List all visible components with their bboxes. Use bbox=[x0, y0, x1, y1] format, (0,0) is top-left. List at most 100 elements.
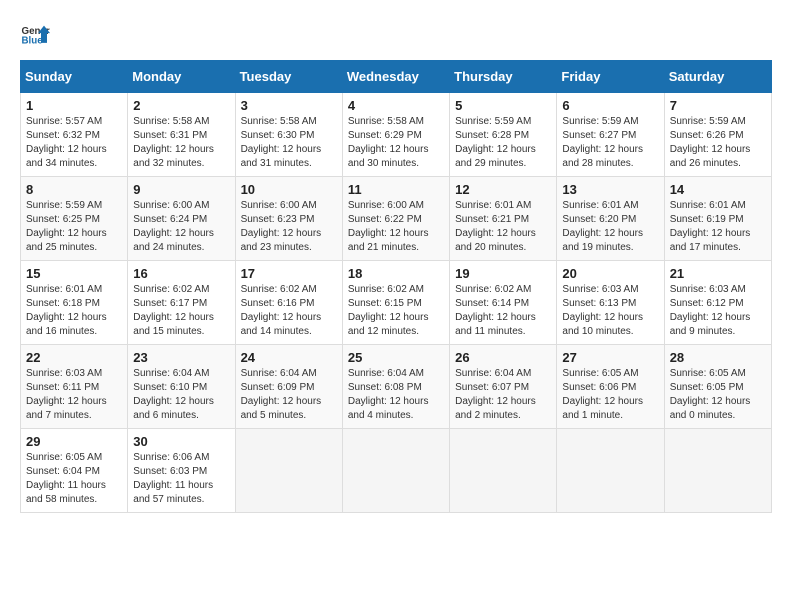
calendar-cell: 21 Sunrise: 6:03 AM Sunset: 6:12 PM Dayl… bbox=[664, 261, 771, 345]
day-details: Sunrise: 6:05 AM Sunset: 6:06 PM Dayligh… bbox=[562, 367, 658, 423]
day-number: 11 bbox=[348, 182, 444, 197]
calendar-cell: 2 Sunrise: 5:58 AM Sunset: 6:31 PM Dayli… bbox=[128, 93, 235, 177]
day-details: Sunrise: 6:03 AM Sunset: 6:13 PM Dayligh… bbox=[562, 283, 658, 339]
day-details: Sunrise: 6:01 AM Sunset: 6:18 PM Dayligh… bbox=[26, 283, 122, 339]
day-number: 3 bbox=[241, 98, 337, 113]
day-number: 9 bbox=[133, 182, 229, 197]
calendar-cell: 19 Sunrise: 6:02 AM Sunset: 6:14 PM Dayl… bbox=[450, 261, 557, 345]
day-number: 6 bbox=[562, 98, 658, 113]
calendar-table: SundayMondayTuesdayWednesdayThursdayFrid… bbox=[20, 60, 772, 513]
day-number: 4 bbox=[348, 98, 444, 113]
calendar-cell: 3 Sunrise: 5:58 AM Sunset: 6:30 PM Dayli… bbox=[235, 93, 342, 177]
calendar-cell: 24 Sunrise: 6:04 AM Sunset: 6:09 PM Dayl… bbox=[235, 345, 342, 429]
day-details: Sunrise: 5:58 AM Sunset: 6:31 PM Dayligh… bbox=[133, 115, 229, 171]
calendar-cell: 13 Sunrise: 6:01 AM Sunset: 6:20 PM Dayl… bbox=[557, 177, 664, 261]
day-details: Sunrise: 6:04 AM Sunset: 6:07 PM Dayligh… bbox=[455, 367, 551, 423]
day-details: Sunrise: 5:59 AM Sunset: 6:28 PM Dayligh… bbox=[455, 115, 551, 171]
calendar-cell: 18 Sunrise: 6:02 AM Sunset: 6:15 PM Dayl… bbox=[342, 261, 449, 345]
day-details: Sunrise: 5:58 AM Sunset: 6:29 PM Dayligh… bbox=[348, 115, 444, 171]
day-details: Sunrise: 6:03 AM Sunset: 6:12 PM Dayligh… bbox=[670, 283, 766, 339]
day-details: Sunrise: 6:02 AM Sunset: 6:15 PM Dayligh… bbox=[348, 283, 444, 339]
day-number: 5 bbox=[455, 98, 551, 113]
day-number: 28 bbox=[670, 350, 766, 365]
day-details: Sunrise: 6:00 AM Sunset: 6:23 PM Dayligh… bbox=[241, 199, 337, 255]
day-number: 18 bbox=[348, 266, 444, 281]
day-number: 10 bbox=[241, 182, 337, 197]
calendar-cell: 27 Sunrise: 6:05 AM Sunset: 6:06 PM Dayl… bbox=[557, 345, 664, 429]
calendar-cell: 4 Sunrise: 5:58 AM Sunset: 6:29 PM Dayli… bbox=[342, 93, 449, 177]
calendar-cell: 15 Sunrise: 6:01 AM Sunset: 6:18 PM Dayl… bbox=[21, 261, 128, 345]
day-details: Sunrise: 6:02 AM Sunset: 6:14 PM Dayligh… bbox=[455, 283, 551, 339]
day-details: Sunrise: 6:05 AM Sunset: 6:04 PM Dayligh… bbox=[26, 451, 122, 507]
day-header: Sunday bbox=[21, 61, 128, 93]
day-details: Sunrise: 6:01 AM Sunset: 6:19 PM Dayligh… bbox=[670, 199, 766, 255]
calendar-cell: 25 Sunrise: 6:04 AM Sunset: 6:08 PM Dayl… bbox=[342, 345, 449, 429]
day-number: 7 bbox=[670, 98, 766, 113]
day-header: Saturday bbox=[664, 61, 771, 93]
calendar-cell: 26 Sunrise: 6:04 AM Sunset: 6:07 PM Dayl… bbox=[450, 345, 557, 429]
day-number: 14 bbox=[670, 182, 766, 197]
day-number: 24 bbox=[241, 350, 337, 365]
day-details: Sunrise: 6:01 AM Sunset: 6:20 PM Dayligh… bbox=[562, 199, 658, 255]
day-header: Friday bbox=[557, 61, 664, 93]
day-details: Sunrise: 6:02 AM Sunset: 6:16 PM Dayligh… bbox=[241, 283, 337, 339]
day-number: 2 bbox=[133, 98, 229, 113]
day-number: 27 bbox=[562, 350, 658, 365]
calendar-cell bbox=[664, 429, 771, 513]
calendar-cell: 9 Sunrise: 6:00 AM Sunset: 6:24 PM Dayli… bbox=[128, 177, 235, 261]
day-number: 29 bbox=[26, 434, 122, 449]
calendar-cell: 30 Sunrise: 6:06 AM Sunset: 6:03 PM Dayl… bbox=[128, 429, 235, 513]
day-details: Sunrise: 5:57 AM Sunset: 6:32 PM Dayligh… bbox=[26, 115, 122, 171]
calendar-cell bbox=[342, 429, 449, 513]
day-details: Sunrise: 6:02 AM Sunset: 6:17 PM Dayligh… bbox=[133, 283, 229, 339]
day-details: Sunrise: 6:01 AM Sunset: 6:21 PM Dayligh… bbox=[455, 199, 551, 255]
calendar-cell: 17 Sunrise: 6:02 AM Sunset: 6:16 PM Dayl… bbox=[235, 261, 342, 345]
day-number: 12 bbox=[455, 182, 551, 197]
calendar-cell: 22 Sunrise: 6:03 AM Sunset: 6:11 PM Dayl… bbox=[21, 345, 128, 429]
calendar-cell: 16 Sunrise: 6:02 AM Sunset: 6:17 PM Dayl… bbox=[128, 261, 235, 345]
day-details: Sunrise: 6:04 AM Sunset: 6:09 PM Dayligh… bbox=[241, 367, 337, 423]
day-details: Sunrise: 5:59 AM Sunset: 6:26 PM Dayligh… bbox=[670, 115, 766, 171]
day-details: Sunrise: 6:00 AM Sunset: 6:22 PM Dayligh… bbox=[348, 199, 444, 255]
calendar-cell: 6 Sunrise: 5:59 AM Sunset: 6:27 PM Dayli… bbox=[557, 93, 664, 177]
calendar-cell bbox=[450, 429, 557, 513]
day-details: Sunrise: 5:59 AM Sunset: 6:27 PM Dayligh… bbox=[562, 115, 658, 171]
calendar-cell bbox=[235, 429, 342, 513]
logo: General Blue bbox=[20, 20, 50, 50]
calendar-cell: 5 Sunrise: 5:59 AM Sunset: 6:28 PM Dayli… bbox=[450, 93, 557, 177]
day-header: Wednesday bbox=[342, 61, 449, 93]
calendar-cell: 12 Sunrise: 6:01 AM Sunset: 6:21 PM Dayl… bbox=[450, 177, 557, 261]
calendar-cell: 23 Sunrise: 6:04 AM Sunset: 6:10 PM Dayl… bbox=[128, 345, 235, 429]
day-details: Sunrise: 6:05 AM Sunset: 6:05 PM Dayligh… bbox=[670, 367, 766, 423]
calendar-cell: 20 Sunrise: 6:03 AM Sunset: 6:13 PM Dayl… bbox=[557, 261, 664, 345]
day-number: 22 bbox=[26, 350, 122, 365]
day-number: 19 bbox=[455, 266, 551, 281]
calendar-cell: 14 Sunrise: 6:01 AM Sunset: 6:19 PM Dayl… bbox=[664, 177, 771, 261]
calendar-cell: 28 Sunrise: 6:05 AM Sunset: 6:05 PM Dayl… bbox=[664, 345, 771, 429]
day-number: 13 bbox=[562, 182, 658, 197]
day-details: Sunrise: 6:04 AM Sunset: 6:08 PM Dayligh… bbox=[348, 367, 444, 423]
day-number: 23 bbox=[133, 350, 229, 365]
day-number: 20 bbox=[562, 266, 658, 281]
day-number: 8 bbox=[26, 182, 122, 197]
day-number: 26 bbox=[455, 350, 551, 365]
calendar-cell bbox=[557, 429, 664, 513]
day-details: Sunrise: 6:04 AM Sunset: 6:10 PM Dayligh… bbox=[133, 367, 229, 423]
day-details: Sunrise: 6:00 AM Sunset: 6:24 PM Dayligh… bbox=[133, 199, 229, 255]
day-number: 21 bbox=[670, 266, 766, 281]
calendar-cell: 1 Sunrise: 5:57 AM Sunset: 6:32 PM Dayli… bbox=[21, 93, 128, 177]
day-number: 17 bbox=[241, 266, 337, 281]
day-number: 30 bbox=[133, 434, 229, 449]
day-number: 15 bbox=[26, 266, 122, 281]
day-details: Sunrise: 5:58 AM Sunset: 6:30 PM Dayligh… bbox=[241, 115, 337, 171]
calendar-cell: 11 Sunrise: 6:00 AM Sunset: 6:22 PM Dayl… bbox=[342, 177, 449, 261]
day-header: Thursday bbox=[450, 61, 557, 93]
day-details: Sunrise: 6:03 AM Sunset: 6:11 PM Dayligh… bbox=[26, 367, 122, 423]
day-header: Tuesday bbox=[235, 61, 342, 93]
day-number: 16 bbox=[133, 266, 229, 281]
day-header: Monday bbox=[128, 61, 235, 93]
calendar-cell: 29 Sunrise: 6:05 AM Sunset: 6:04 PM Dayl… bbox=[21, 429, 128, 513]
day-number: 25 bbox=[348, 350, 444, 365]
calendar-cell: 10 Sunrise: 6:00 AM Sunset: 6:23 PM Dayl… bbox=[235, 177, 342, 261]
day-details: Sunrise: 5:59 AM Sunset: 6:25 PM Dayligh… bbox=[26, 199, 122, 255]
